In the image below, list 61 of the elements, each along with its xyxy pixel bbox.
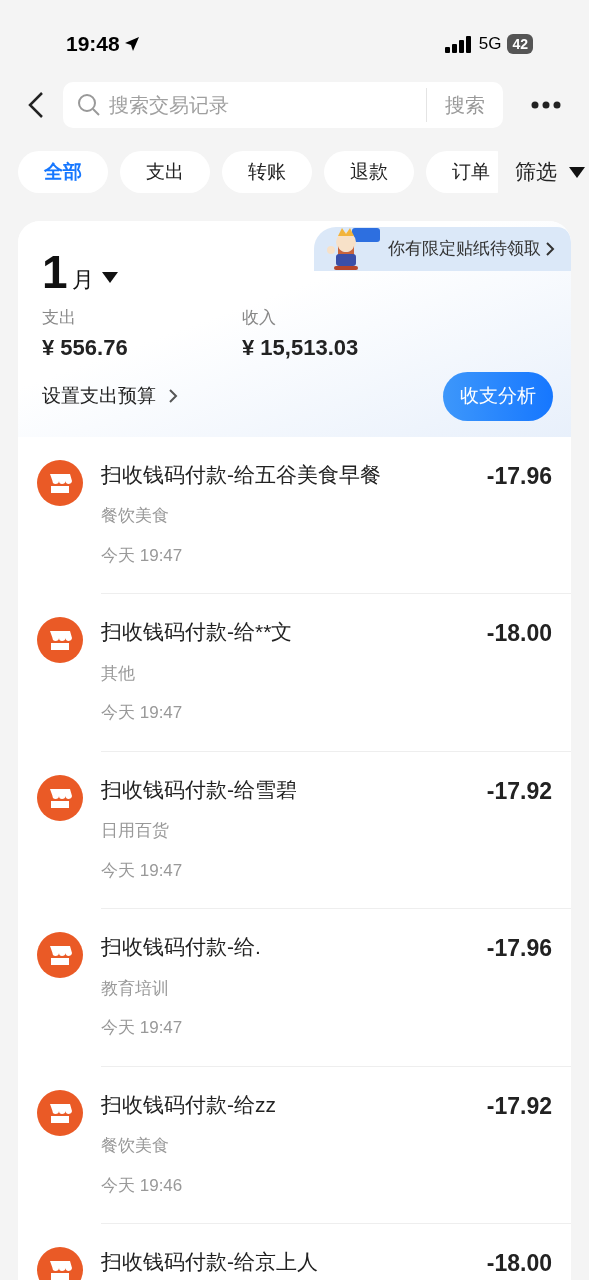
shop-icon bbox=[37, 617, 83, 663]
shop-icon bbox=[37, 459, 83, 506]
expense-amount: ¥ 556.76 bbox=[42, 333, 129, 362]
expense-label: 支出 bbox=[42, 307, 77, 329]
transaction-time: 今天 19:47 bbox=[101, 859, 184, 882]
search-icon bbox=[77, 93, 101, 117]
caret-icon bbox=[101, 272, 118, 283]
budget-link[interactable]: 设置支出预算 bbox=[42, 381, 178, 411]
network-label: 5G bbox=[478, 33, 502, 56]
shop-icon bbox=[37, 1089, 83, 1136]
transaction-title: 扫收钱码付款-给雪碧 bbox=[101, 776, 297, 803]
filter-chip[interactable]: 订单 bbox=[426, 151, 498, 193]
transaction-row[interactable]: 扫收钱码付款-给zz -17.92 餐饮美食 今天 19:46 bbox=[18, 1066, 571, 1224]
transaction-row[interactable]: 扫收钱码付款-给. -17.96 教育培训 今天 19:47 bbox=[18, 909, 571, 1067]
transaction-row[interactable]: 扫收钱码付款-给京上人 -18.00 bbox=[18, 1224, 571, 1280]
transaction-row[interactable]: 扫收钱码付款-给雪碧 -17.92 日用百货 今天 19:47 bbox=[18, 751, 571, 909]
transaction-title: 扫收钱码付款-给**文 bbox=[101, 619, 293, 645]
back-icon[interactable] bbox=[26, 91, 46, 119]
transaction-title: 扫收钱码付款-给五谷美食早餐 bbox=[101, 461, 381, 488]
transaction-amount: -18.00 bbox=[486, 1249, 552, 1278]
analysis-button[interactable]: 收支分析 bbox=[443, 371, 553, 421]
transaction-title: 扫收钱码付款-给zz bbox=[101, 1091, 276, 1118]
status-time: 19:48 bbox=[66, 31, 120, 58]
transaction-title: 扫收钱码付款-给. bbox=[101, 934, 261, 960]
location-arrow-icon bbox=[123, 36, 140, 52]
transaction-amount: -17.92 bbox=[486, 776, 552, 806]
month-unit: 月 bbox=[71, 266, 94, 294]
income-amount: ¥ 15,513.03 bbox=[242, 333, 359, 362]
more-icon[interactable] bbox=[531, 101, 561, 109]
chevron-icon bbox=[545, 241, 555, 257]
transaction-time: 今天 19:47 bbox=[101, 702, 184, 724]
month-picker[interactable]: 1 月 bbox=[42, 249, 118, 295]
transaction-title: 扫收钱码付款-给京上人 bbox=[101, 1249, 318, 1275]
transaction-time: 今天 19:47 bbox=[101, 544, 184, 567]
transaction-row[interactable]: 扫收钱码付款-给五谷美食早餐 -17.96 餐饮美食 今天 19:47 bbox=[18, 436, 571, 594]
sticker-banner[interactable]: 你有限定贴纸待领取 bbox=[314, 227, 571, 271]
transaction-row[interactable]: 扫收钱码付款-给**文 -18.00 其他 今天 19:47 bbox=[18, 594, 571, 752]
chevron-icon bbox=[168, 388, 178, 404]
shop-icon bbox=[37, 932, 83, 978]
transaction-category: 教育培训 bbox=[101, 977, 170, 1000]
shop-icon bbox=[37, 774, 83, 821]
signal-icon bbox=[444, 35, 473, 53]
transaction-amount: -17.92 bbox=[486, 1091, 552, 1121]
transaction-time: 今天 19:46 bbox=[101, 1174, 184, 1197]
transaction-category: 其他 bbox=[101, 662, 136, 685]
filter-chip[interactable]: 退款 bbox=[324, 151, 414, 193]
filter-chip[interactable]: 转账 bbox=[222, 151, 312, 193]
month-number: 1 bbox=[42, 249, 68, 295]
transaction-category: 日用百货 bbox=[101, 820, 170, 842]
caret-icon bbox=[569, 166, 585, 178]
filter-dropdown[interactable]: 筛选 bbox=[515, 156, 585, 188]
filter-chip[interactable]: 支出 bbox=[120, 151, 210, 193]
battery-indicator: 42 bbox=[507, 34, 533, 54]
transaction-category: 餐饮美食 bbox=[101, 1135, 170, 1157]
transaction-category: 餐饮美食 bbox=[101, 505, 170, 527]
transaction-amount: -17.96 bbox=[486, 934, 552, 963]
transaction-time: 今天 19:47 bbox=[101, 1017, 184, 1039]
transaction-amount: -17.96 bbox=[486, 461, 552, 491]
income-label: 收入 bbox=[242, 307, 277, 329]
transaction-amount: -18.00 bbox=[486, 619, 552, 648]
filter-chip[interactable]: 全部 bbox=[18, 151, 108, 193]
